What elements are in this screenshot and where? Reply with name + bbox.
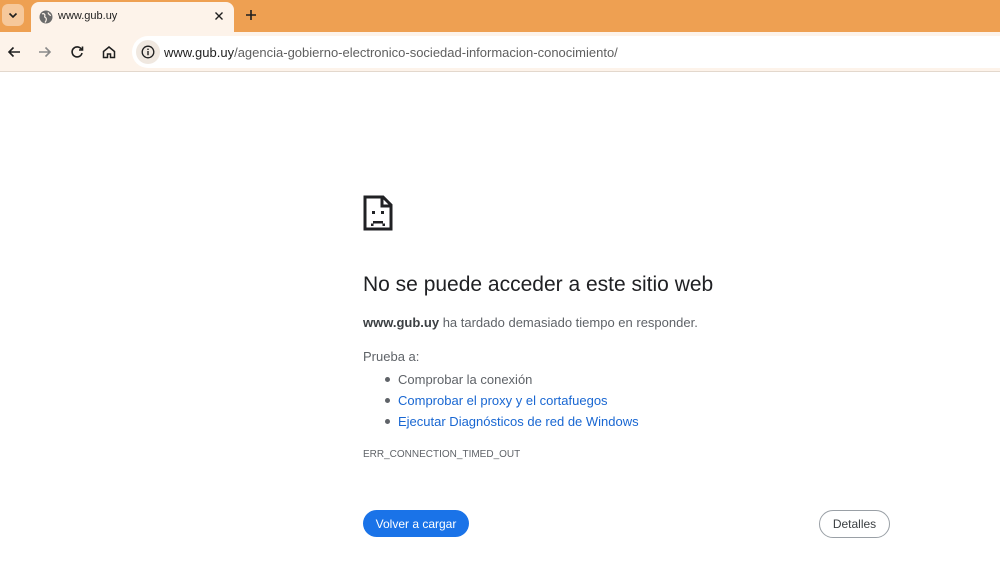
- chevron-down-icon: [8, 12, 18, 19]
- suggestions-list: Comprobar la conexión Comprobar el proxy…: [380, 369, 639, 432]
- sad-page-icon: [363, 195, 393, 231]
- details-button[interactable]: Detalles: [819, 510, 890, 538]
- close-icon: [215, 12, 223, 20]
- back-button[interactable]: [2, 40, 26, 64]
- reload-button[interactable]: [65, 40, 89, 64]
- suggestion-network-diagnostics-link[interactable]: Ejecutar Diagnósticos de red de Windows: [398, 414, 639, 429]
- tab-strip: www.gub.uy: [0, 0, 1000, 32]
- list-item: Comprobar el proxy y el cortafuegos: [380, 390, 639, 411]
- error-code: ERR_CONNECTION_TIMED_OUT: [363, 449, 521, 460]
- active-tab[interactable]: www.gub.uy: [31, 2, 234, 32]
- suggestion-check-connection: Comprobar la conexión: [398, 372, 533, 387]
- globe-icon: [39, 10, 53, 24]
- url-host: www.gub.uy: [164, 45, 235, 60]
- site-info-button[interactable]: [136, 40, 160, 64]
- home-icon: [102, 46, 116, 59]
- forward-button[interactable]: [33, 40, 57, 64]
- forward-arrow-icon: [39, 46, 52, 58]
- home-button[interactable]: [97, 40, 121, 64]
- reload-icon: [71, 46, 84, 58]
- toolbar: www.gub.uy/agencia-gobierno-electronico-…: [0, 32, 1000, 72]
- tab-search-button[interactable]: [2, 4, 24, 26]
- close-tab-button[interactable]: [211, 8, 227, 24]
- error-description-text: ha tardado demasiado tiempo en responder…: [439, 315, 698, 330]
- url-path: /agencia-gobierno-electronico-sociedad-i…: [234, 45, 618, 60]
- new-tab-button[interactable]: [240, 4, 262, 26]
- tab-title: www.gub.uy: [58, 10, 118, 22]
- list-item: Ejecutar Diagnósticos de red de Windows: [380, 411, 639, 432]
- reload-page-button[interactable]: Volver a cargar: [363, 510, 469, 537]
- back-arrow-icon: [7, 46, 20, 58]
- error-host: www.gub.uy: [363, 315, 440, 330]
- site-info-icon: [141, 45, 155, 59]
- address-bar[interactable]: www.gub.uy/agencia-gobierno-electronico-…: [132, 36, 1000, 68]
- error-title: No se puede acceder a este sitio web: [363, 273, 714, 296]
- try-label: Prueba a:: [363, 349, 420, 364]
- url-text: www.gub.uy/agencia-gobierno-electronico-…: [164, 45, 618, 60]
- suggestion-check-proxy-link[interactable]: Comprobar el proxy y el cortafuegos: [398, 393, 608, 408]
- plus-icon: [246, 10, 256, 20]
- error-description: www.gub.uy ha tardado demasiado tiempo e…: [363, 315, 698, 330]
- list-item: Comprobar la conexión: [380, 369, 639, 390]
